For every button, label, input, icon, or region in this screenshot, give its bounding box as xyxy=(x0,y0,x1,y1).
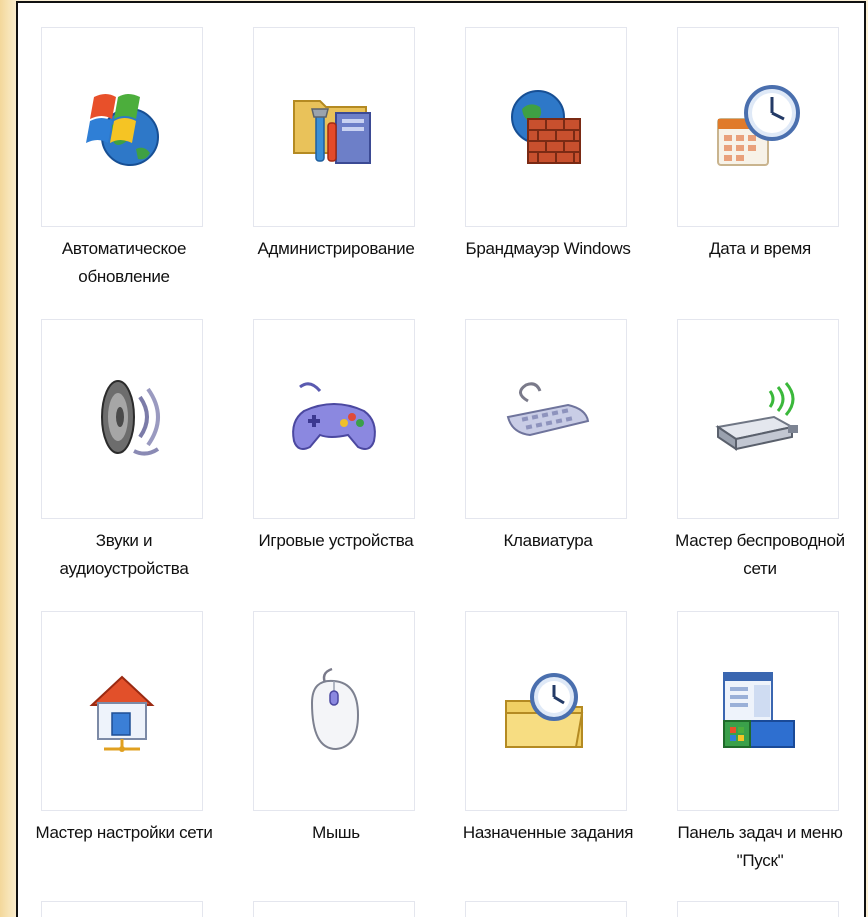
icon-tile-partial[interactable] xyxy=(253,901,415,917)
control-panel-item-scheduled-tasks[interactable]: Назначенные задания xyxy=(442,587,654,877)
icon-tile-partial[interactable] xyxy=(41,901,203,917)
windows-firewall-icon xyxy=(498,79,594,175)
wireless-network-icon xyxy=(710,371,806,467)
icon-tile xyxy=(677,27,839,227)
control-panel-item-network-setup-wizard[interactable]: Мастер настройки сети xyxy=(18,587,230,877)
control-panel-item-keyboard[interactable]: Клавиатура xyxy=(442,295,654,585)
icon-tile xyxy=(677,319,839,519)
item-label: Администрирование xyxy=(257,239,415,258)
icon-tile xyxy=(465,611,627,811)
item-label: Дата и время xyxy=(709,239,811,258)
icon-tile xyxy=(677,611,839,811)
item-label: Брандмауэр Windows xyxy=(465,239,631,258)
control-panel-item-administrative-tools[interactable]: Администрирование xyxy=(230,3,442,293)
control-panel-item-date-time[interactable]: Дата и время xyxy=(654,3,864,293)
scheduled-tasks-icon xyxy=(498,663,594,759)
control-panel-icon-view: Автоматическое обновление Администрирован… xyxy=(16,1,866,917)
item-label: Панель задач и меню "Пуск" xyxy=(677,823,843,870)
control-panel-item-sounds[interactable]: Звуки и аудиоустройства xyxy=(18,295,230,585)
item-label: Мастер настройки сети xyxy=(35,823,213,842)
date-time-icon xyxy=(710,79,806,175)
item-label: Мышь xyxy=(312,823,360,842)
icon-tile xyxy=(465,319,627,519)
icon-tile xyxy=(253,611,415,811)
item-label: Мастер беспроводной сети xyxy=(675,531,845,578)
item-label: Автоматическое обновление xyxy=(61,239,187,286)
control-panel-item-game-controllers[interactable]: Игровые устройства xyxy=(230,295,442,585)
sounds-speaker-icon xyxy=(74,371,170,467)
control-panel-item-windows-firewall[interactable]: Брандмауэр Windows xyxy=(442,3,654,293)
icon-tile xyxy=(41,611,203,811)
game-controller-icon xyxy=(286,371,382,467)
control-panel-item-wireless-network-wizard[interactable]: Мастер беспроводной сети xyxy=(654,295,864,585)
administrative-tools-icon xyxy=(286,79,382,175)
taskbar-start-menu-icon xyxy=(710,663,806,759)
icon-tile-partial[interactable] xyxy=(465,901,627,917)
windows-update-icon xyxy=(74,79,170,175)
item-label: Клавиатура xyxy=(503,531,593,550)
icon-tile xyxy=(253,319,415,519)
icon-tile-partial[interactable] xyxy=(677,901,839,917)
network-setup-house-icon xyxy=(74,663,170,759)
icon-tile xyxy=(41,319,203,519)
control-panel-item-automatic-updates[interactable]: Автоматическое обновление xyxy=(18,3,230,293)
icon-tile xyxy=(41,27,203,227)
control-panel-item-mouse[interactable]: Мышь xyxy=(230,587,442,877)
item-label: Игровые устройства xyxy=(258,531,414,550)
control-panel-item-taskbar-start-menu[interactable]: Панель задач и меню "Пуск" xyxy=(654,587,864,877)
icon-tile xyxy=(465,27,627,227)
mouse-icon xyxy=(286,663,382,759)
item-label: Назначенные задания xyxy=(462,823,634,842)
item-label: Звуки и аудиоустройства xyxy=(59,531,189,578)
icon-tile xyxy=(253,27,415,227)
keyboard-icon xyxy=(498,371,594,467)
